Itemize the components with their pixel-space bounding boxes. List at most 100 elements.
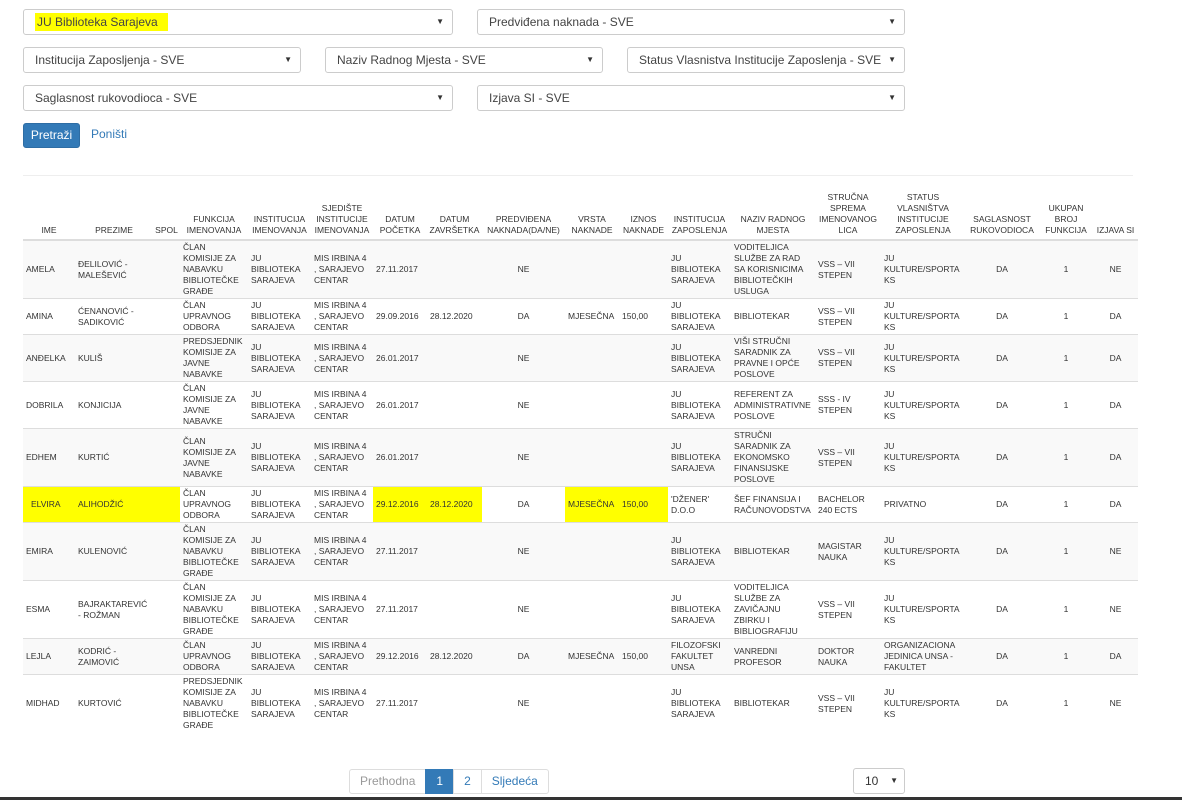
table-cell: EDHEM [23, 428, 75, 487]
filter-saglasnost-select[interactable]: Saglasnost rukovodioca - SVE ▼ [23, 85, 453, 111]
table-cell: BAJRAKTAREVIĆ - ROŽMAN [75, 580, 153, 639]
cell-text: JU BIBLIOTEKA SARAJEVA [251, 253, 301, 285]
table-cell: 1 [1039, 381, 1093, 429]
table-cell: VSS – VII STEPEN [815, 239, 881, 299]
table-cell: 150,00 [619, 638, 668, 675]
table-row: ESMA BAJRAKTAREVIĆ - ROŽMAN ČLAN KOMISIJE … [23, 580, 1138, 639]
search-button[interactable]: Pretraži [23, 123, 80, 148]
table-cell: MIS IRBINA 4 , SARAJEVO CENTAR [311, 334, 373, 382]
cell-text: JU BIBLIOTEKA SARAJEVA [251, 593, 301, 625]
cell-text: JU KULTURE/SPORTA KS [884, 535, 960, 567]
table-cell: AMELA [23, 239, 75, 299]
table-cell: 28.12.2020 [427, 298, 482, 335]
table-cell: 1 [1039, 486, 1093, 523]
filter-status-select[interactable]: Status Vlasnistva Institucije Zaposlenja… [627, 47, 905, 73]
table-cell: VSS – VII STEPEN [815, 580, 881, 639]
pagination-page-1[interactable]: 1 [425, 769, 455, 794]
table-cell: MIS IRBINA 4 , SARAJEVO CENTAR [311, 580, 373, 639]
table-cell: MIS IRBINA 4 , SARAJEVO CENTAR [311, 638, 373, 675]
cell-text: BIBLIOTEKAR [734, 698, 790, 708]
cell-text: ČLAN UPRAVNOG ODBORA [183, 300, 232, 332]
table-cell: BIBLIOTEKAR [731, 522, 815, 581]
cell-text: ČLAN KOMISIJE ZA JAVNE NABAVKE [183, 435, 236, 479]
table-cell: 1 [1039, 428, 1093, 487]
cell-text: DA [996, 399, 1008, 410]
cell-text: EMIRA [26, 546, 53, 556]
table-cell: JU BIBLIOTEKA SARAJEVA [248, 239, 311, 299]
cell-text: 1 [1063, 651, 1069, 661]
table-cell: DA [965, 486, 1039, 523]
table-cell: ČLAN KOMISIJE ZA JAVNE NABAVKE [180, 381, 248, 429]
chevron-down-icon: ▼ [436, 17, 444, 26]
table-cell: MIS IRBINA 4 , SARAJEVO CENTAR [311, 381, 373, 429]
table-cell: ĆENANOVIĆ - SADIKOVIĆ [75, 298, 153, 335]
chevron-down-icon: ▼ [586, 55, 594, 64]
cell-text: KONJICIJA [78, 399, 122, 410]
pagination-page-2[interactable]: 2 [453, 769, 482, 794]
cell-text: 29.12.2016 [376, 651, 419, 661]
table-cell: DA [965, 580, 1039, 639]
table-cell: DA [1093, 298, 1138, 335]
filter-izjava-select[interactable]: Izjava SI - SVE ▼ [477, 85, 905, 111]
table-cell: 29.09.2016 [373, 298, 427, 335]
cell-text: DA [517, 651, 530, 661]
table-cell [619, 334, 668, 382]
table-row: AMINA ĆENANOVIĆ - SADIKOVIĆ ČLAN UPRAVNOG … [23, 298, 1138, 335]
table-cell: NE [1093, 522, 1138, 581]
table-cell: KURTIĆ [75, 428, 153, 487]
cell-text: JU BIBLIOTEKA SARAJEVA [251, 488, 301, 520]
table-cell [153, 486, 180, 523]
cell-text: NE [517, 352, 530, 363]
cell-text: NE [517, 264, 530, 274]
filter-radno-mjesto-select[interactable]: Naziv Radnog Mjesta - SVE ▼ [325, 47, 603, 73]
table-row: ANĐELKA KULIŠ PREDSJEDNIK KOMISIJE ZA JAVN… [23, 334, 1138, 382]
column-header: SAGLASNOST RUKOVODIOCA [965, 190, 1039, 241]
filter-institucija-value: Institucija Zaposljenja - SVE [35, 53, 185, 67]
table-cell: NE [482, 381, 565, 429]
table-cell: VSS – VII STEPEN [815, 428, 881, 487]
table-cell [153, 298, 180, 335]
filter-biblioteka-select[interactable]: JU Biblioteka Sarajeva ▼ [23, 9, 453, 35]
reset-link[interactable]: Poništi [91, 123, 127, 148]
cell-text: ČLAN KOMISIJE ZA JAVNE NABAVKE [183, 383, 236, 426]
table-cell: VSS – VII STEPEN [815, 334, 881, 382]
table-cell: MJESEČNA [565, 486, 619, 523]
cell-text: JU BIBLIOTEKA SARAJEVA [671, 535, 721, 567]
table-cell: NE [482, 674, 565, 732]
table-cell: DOBRILA [23, 381, 75, 429]
cell-text: NE [517, 452, 530, 462]
page-size-select[interactable]: 10 ▼ [853, 768, 905, 794]
cell-text: 1 [1063, 604, 1069, 614]
cell-text: 150,00 [622, 499, 648, 509]
table-cell: ČLAN UPRAVNOG ODBORA [180, 638, 248, 675]
table-cell: DA [482, 298, 565, 335]
cell-text: 28.12.2020 [430, 651, 473, 661]
cell-text: 150,00 [622, 651, 648, 661]
table-cell: NE [1093, 580, 1138, 639]
cell-text: MIS IRBINA 4 , SARAJEVO CENTAR [314, 687, 367, 719]
table-cell: PREDSJEDNIK KOMISIJE ZA JAVNE NABAVKE [180, 334, 248, 382]
cell-text: KURTIĆ [78, 452, 110, 462]
table-cell: JU BIBLIOTEKA SARAJEVA [248, 428, 311, 487]
cell-text: ČLAN UPRAVNOG ODBORA [183, 640, 232, 672]
table-cell: DA [965, 298, 1039, 335]
cell-text: JU BIBLIOTEKA SARAJEVA [671, 341, 721, 374]
filter-naknada-select[interactable]: Predviđena naknada - SVE ▼ [477, 9, 905, 35]
table-cell: PREDSJEDNIK KOMISIJE ZA NABAVKU BIBLIOTE… [180, 674, 248, 732]
table-cell: BIBLIOTEKAR [731, 674, 815, 732]
table-cell: ČLAN KOMISIJE ZA NABAVKU BIBLIOTEČKE GRA… [180, 580, 248, 639]
cell-text: 27.11.2017 [376, 698, 418, 708]
table-cell [153, 381, 180, 429]
filter-institucija-select[interactable]: Institucija Zaposljenja - SVE ▼ [23, 47, 301, 73]
pagination-prev[interactable]: Prethodna [349, 769, 427, 794]
results-table: IME PREZIME SPOL FUNKCIJA IMENOVANJA INSTITU… [23, 190, 1138, 732]
chevron-down-icon: ▼ [888, 93, 896, 102]
table-cell: AMINA [23, 298, 75, 335]
pagination-next[interactable]: Sljedeća [480, 769, 549, 794]
table-cell: ČLAN UPRAVNOG ODBORA [180, 298, 248, 335]
cell-text: KULENOVIĆ [78, 546, 128, 556]
cell-text: NE [517, 604, 530, 614]
table-cell: ČLAN KOMISIJE ZA JAVNE NABAVKE [180, 428, 248, 487]
table-cell: JU BIBLIOTEKA SARAJEVA [668, 674, 731, 732]
table-cell: DA [965, 674, 1039, 732]
